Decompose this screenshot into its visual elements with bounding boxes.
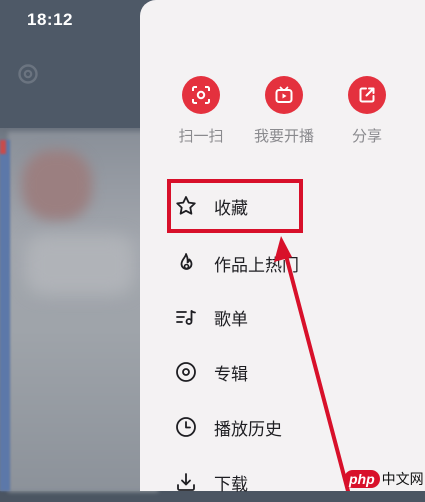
background-thumbnail [22, 150, 92, 220]
annotation-highlight-box [167, 179, 303, 233]
clock-icon [176, 417, 196, 437]
gear-icon[interactable] [16, 62, 40, 86]
quick-actions-row: 扫一扫 我要开播 分享 [140, 76, 425, 146]
menu-item-album[interactable]: 专辑 [172, 352, 412, 392]
share-icon [359, 87, 375, 103]
menu-item-playlist[interactable]: 歌单 [172, 297, 412, 337]
fire-icon [180, 253, 193, 270]
menu-item-history[interactable]: 播放历史 [172, 407, 412, 447]
menu-label-history: 播放历史 [214, 419, 282, 440]
scan-button[interactable]: 扫一扫 [161, 76, 241, 146]
side-menu-panel: 扫一扫 我要开播 分享 收藏 作品上热门 歌单 专辑 播放历史 下载 [140, 0, 425, 495]
background-strip [0, 140, 10, 491]
menu-label-promote: 作品上热门 [214, 255, 299, 276]
menu-label-playlist: 歌单 [214, 309, 248, 330]
watermark-brand: php [344, 470, 380, 488]
go-live-label: 我要开播 [253, 127, 314, 145]
scan-icon [192, 86, 210, 104]
status-time: 18:12 [27, 10, 73, 29]
album-icon [176, 362, 196, 382]
download-icon [177, 473, 195, 491]
watermark: php 中文网 [344, 468, 424, 490]
share-label: 分享 [351, 127, 382, 145]
background-mark [0, 140, 6, 154]
go-live-button[interactable]: 我要开播 [244, 76, 324, 146]
share-button[interactable]: 分享 [327, 76, 407, 146]
playlist-icon [176, 310, 196, 325]
scan-label: 扫一扫 [178, 127, 224, 145]
live-tv-icon [275, 86, 293, 103]
menu-item-promote[interactable]: 作品上热门 [172, 243, 412, 283]
watermark-text: 中文网 [381, 472, 424, 488]
background-text-block [25, 235, 135, 295]
menu-label-album: 专辑 [214, 364, 248, 385]
